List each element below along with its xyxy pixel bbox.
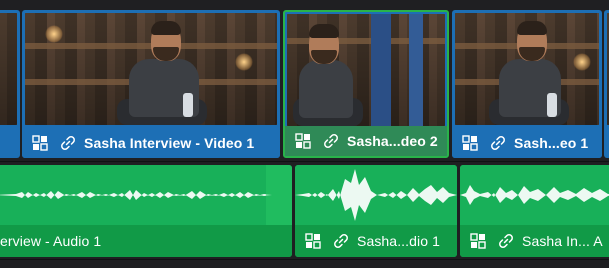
audio-waveform — [295, 165, 457, 225]
video-clip-partial-left[interactable] — [0, 10, 20, 158]
multicam-grid-icon — [462, 135, 478, 151]
clip-thumbnail — [455, 13, 599, 125]
track-divider — [0, 259, 609, 260]
clip-name: erview - Audio 1 — [0, 233, 102, 249]
audio-clip-1[interactable]: erview - Audio 1 — [0, 165, 292, 257]
timeline: Sasha Interview - Video 1 Sasha...deo 2 … — [0, 0, 609, 268]
link-icon — [499, 234, 513, 248]
link-icon — [61, 136, 75, 150]
clip-name: Sasha...deo 2 — [347, 133, 438, 149]
clip-label-bar: Sash...eo 1 — [452, 128, 602, 158]
link-icon — [334, 234, 348, 248]
video-track: Sasha Interview - Video 1 Sasha...deo 2 … — [0, 10, 609, 160]
multicam-grid-icon — [470, 233, 486, 249]
video-clip-3[interactable]: Sash...eo 1 — [452, 10, 602, 158]
clip-label-bar: Sasha...dio 1 — [295, 225, 457, 257]
clip-thumbnail — [25, 13, 277, 125]
clip-thumbnail — [287, 14, 445, 126]
link-icon — [324, 134, 338, 148]
clip-name: Sasha Interview - Video 1 — [84, 135, 255, 151]
clip-thumbnail — [0, 13, 17, 125]
video-clip-1[interactable]: Sasha Interview - Video 1 — [22, 10, 280, 158]
audio-track: erview - Audio 1 Sasha...dio 1 Sasha In.… — [0, 165, 609, 257]
link-icon — [491, 136, 505, 150]
video-clip-2[interactable]: Sasha...deo 2 — [283, 10, 449, 158]
multicam-grid-icon — [295, 133, 311, 149]
audio-clip-3[interactable]: Sasha In... A — [460, 165, 609, 257]
track-divider — [0, 161, 609, 162]
video-clip-partial-right[interactable] — [604, 10, 609, 158]
clip-name: Sash...eo 1 — [514, 135, 589, 151]
clip-label-bar: Sasha...deo 2 — [285, 126, 447, 156]
clip-label-bar: Sasha In... A — [460, 225, 609, 257]
multicam-grid-icon — [32, 135, 48, 151]
clip-label-bar: Sasha Interview - Video 1 — [22, 128, 280, 158]
audio-waveform — [0, 165, 292, 225]
clip-name: Sasha...dio 1 — [357, 233, 441, 249]
audio-waveform — [460, 165, 609, 225]
clip-label-bar: erview - Audio 1 — [0, 225, 292, 257]
multicam-grid-icon — [305, 233, 321, 249]
clip-name: Sasha In... A — [522, 233, 603, 249]
audio-clip-2[interactable]: Sasha...dio 1 — [295, 165, 457, 257]
